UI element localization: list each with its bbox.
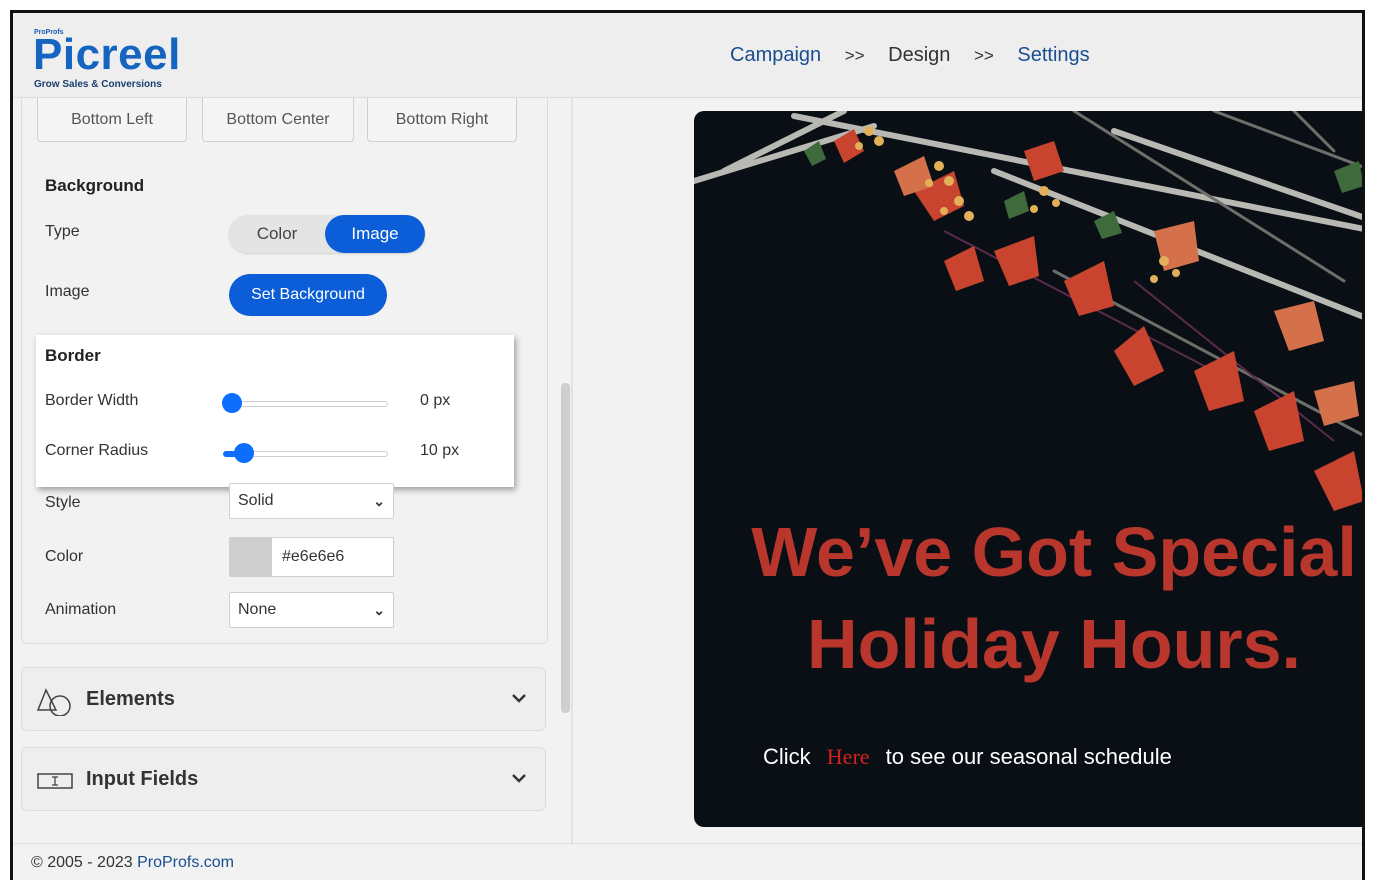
settings-panel: Bottom Left Bottom Center Bottom Right B… [13,98,568,848]
page-footer: © 2005 - 2023 ProProfs.com [13,843,1362,880]
breadcrumb-settings[interactable]: Settings [1017,44,1089,66]
cta-suffix: to see our seasonal schedule [885,744,1172,769]
animation-value: None [238,601,277,618]
breadcrumb-separator: >> [844,46,865,65]
chevron-down-icon: ⌄ [373,493,385,509]
position-bottom-center-button[interactable]: Bottom Center [202,98,354,142]
position-bottom-left-button[interactable]: Bottom Left [37,98,187,142]
background-type-label: Type [45,223,80,240]
headline-line-2: Holiday Hours. [807,605,1301,683]
popup-preview: We’ve Got Special Holiday Hours. Click H… [694,111,1362,827]
settings-scrollbar[interactable] [561,383,570,713]
border-width-slider-handle[interactable] [222,393,242,413]
border-color-label: Color [45,548,84,565]
corner-radius-value: 10 px [420,442,460,459]
background-image-label: Image [45,283,90,300]
chevron-down-icon [512,694,526,703]
headline-line-1: We’ve Got Special [751,513,1357,591]
input-fields-accordion[interactable]: Input Fields [21,747,546,811]
corner-radius-slider-handle[interactable] [234,443,254,463]
app-window: ProProfs Picreel Grow Sales & Conversion… [10,10,1365,880]
cta-prefix: Click [763,744,811,769]
color-swatch[interactable] [229,537,271,577]
breadcrumb: Campaign >> Design >> Settings [730,44,1090,67]
top-header: ProProfs Picreel Grow Sales & Conversion… [13,13,1362,98]
type-image-option[interactable]: Image [325,215,425,253]
corner-radius-slider-track[interactable] [231,451,388,457]
chevron-down-icon [512,774,526,783]
preview-headline: We’ve Got Special Holiday Hours. [694,506,1362,690]
shapes-icon [36,688,71,716]
panel-divider [571,98,573,848]
position-bottom-right-button[interactable]: Bottom Right [367,98,517,142]
border-section-title: Border [45,346,101,365]
border-width-label: Border Width [45,392,139,409]
logo-name: Picreel [33,30,181,79]
floral-branches-image [694,111,1362,511]
border-width-slider-track[interactable] [231,401,388,407]
border-color-input[interactable]: #e6e6e6 [271,537,394,577]
proprofs-link[interactable]: ProProfs.com [137,854,234,871]
design-settings-card: Bottom Left Bottom Center Bottom Right B… [21,98,548,644]
background-section-title: Background [45,176,145,195]
copyright-text: © 2005 - 2023 [31,854,138,871]
breadcrumb-separator: >> [973,46,994,65]
border-style-label: Style [45,494,81,511]
footer-copyright: © 2005 - 2023 ProProfs.com [31,854,234,872]
picreel-logo[interactable]: ProProfs Picreel Grow Sales & Conversion… [33,27,203,91]
border-style-value: Solid [238,492,274,509]
corner-radius-label: Corner Radius [45,442,149,459]
elements-accordion-label: Elements [86,688,175,710]
animation-label: Animation [45,601,117,618]
type-color-option[interactable]: Color [229,215,325,253]
breadcrumb-design[interactable]: Design [888,44,950,66]
elements-accordion[interactable]: Elements [21,667,546,731]
border-width-value: 0 px [420,392,451,409]
chevron-down-icon: ⌄ [373,602,385,618]
cta-here-link[interactable]: Here [827,744,870,769]
animation-select[interactable]: None ⌄ [229,592,394,628]
text-field-icon [37,773,73,789]
preview-cta-text: Click Here to see our seasonal schedule [763,744,1172,770]
logo-tagline: Grow Sales & Conversions [34,79,162,90]
set-background-button[interactable]: Set Background [229,274,387,316]
border-style-select[interactable]: Solid ⌄ [229,483,394,519]
input-fields-accordion-label: Input Fields [86,768,199,790]
breadcrumb-campaign[interactable]: Campaign [730,44,821,66]
border-settings-popover: Border Border Width 0 px Corner Radius 1… [36,335,514,487]
background-type-toggle: Color Image [229,215,425,253]
